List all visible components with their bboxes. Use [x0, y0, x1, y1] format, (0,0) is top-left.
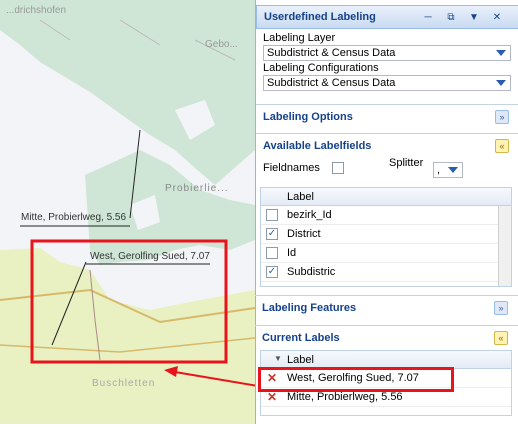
section-title: Labeling Features [262, 302, 357, 314]
field-name: Id [287, 247, 297, 259]
map-place-label: ...drichshofen [6, 5, 67, 16]
field-name: Subdistric [287, 266, 336, 278]
dropdown-arrow-icon[interactable] [448, 167, 458, 173]
column-header-label: Label [287, 354, 314, 366]
grid-header: Label [261, 188, 511, 206]
column-header-label: Label [287, 191, 314, 203]
panel-title: Userdefined Labeling [264, 11, 376, 23]
labeling-layer-select[interactable]: Subdistrict & Census Data [263, 45, 511, 61]
labeling-config-value: Subdistrict & Census Data [267, 77, 396, 89]
map-label-mitte: Mitte, Probierlweg, 5.56 [21, 212, 127, 223]
section-title: Available Labelfields [263, 140, 372, 152]
labeling-layer-value: Subdistrict & Census Data [267, 47, 396, 59]
field-checkbox[interactable] [266, 209, 278, 221]
field-row[interactable]: Id [261, 244, 511, 263]
splitter-label: Splitter [389, 157, 424, 169]
splitter-select[interactable]: , [433, 162, 463, 178]
current-label-text: Mitte, Probierlweg, 5.56 [287, 391, 403, 403]
labeling-config-label: Labeling Configurations [263, 62, 379, 74]
section-current-labels[interactable]: Current Labels « [255, 325, 518, 349]
field-row[interactable]: bezirk_Id [261, 206, 511, 225]
section-labeling-features[interactable]: Labeling Features » [255, 295, 518, 319]
field-checkbox[interactable] [266, 247, 278, 259]
collapse-icon[interactable]: « [495, 139, 509, 153]
labeling-layer-label: Labeling Layer [263, 32, 336, 44]
collapse-icon[interactable]: « [494, 331, 508, 345]
splitter-value: , [437, 164, 441, 176]
labeling-config-select[interactable]: Subdistrict & Census Data [263, 75, 511, 91]
field-checkbox[interactable]: ✓ [266, 228, 278, 240]
section-title: Labeling Options [263, 111, 353, 123]
section-available-labelfields[interactable]: Available Labelfields « [256, 133, 518, 157]
restore-icon[interactable]: ⧉ [445, 12, 457, 24]
close-icon[interactable]: ✕ [491, 12, 503, 24]
expand-icon[interactable]: » [495, 110, 509, 124]
expand-icon[interactable]: » [494, 301, 508, 315]
section-title: Current Labels [262, 332, 340, 344]
field-row[interactable]: ✓ Subdistric [261, 263, 511, 282]
field-name: District [287, 228, 321, 240]
fieldnames-label: Fieldnames [263, 162, 320, 174]
delete-icon[interactable]: ✕ [267, 390, 277, 404]
grid-scrollbar[interactable] [498, 206, 511, 286]
map-place-label: Probierlie... [165, 183, 229, 194]
minimize-icon[interactable]: ─ [422, 12, 434, 24]
field-name: bezirk_Id [287, 209, 332, 221]
field-checkbox[interactable]: ✓ [266, 266, 278, 278]
pin-icon[interactable]: ▼ [468, 12, 480, 24]
map-label-west: West, Gerolfing Sued, 7.07 [90, 251, 210, 262]
dropdown-arrow-icon[interactable] [496, 80, 506, 86]
sort-arrow-icon[interactable]: ▼ [274, 354, 282, 363]
panel-titlebar: Userdefined Labeling ─ ⧉ ▼ ✕ [256, 5, 518, 29]
list-highlight-box [258, 367, 454, 392]
field-row[interactable]: ✓ District [261, 225, 511, 244]
map-place-label: Buschletten [92, 378, 156, 389]
fieldnames-checkbox[interactable] [332, 162, 344, 174]
available-fields-grid: Label bezirk_Id ✓ District Id ✓ Subdistr… [260, 187, 512, 287]
dropdown-arrow-icon[interactable] [496, 50, 506, 56]
map-place-label: Gebo... [205, 39, 238, 50]
section-labeling-options[interactable]: Labeling Options » [256, 104, 518, 128]
